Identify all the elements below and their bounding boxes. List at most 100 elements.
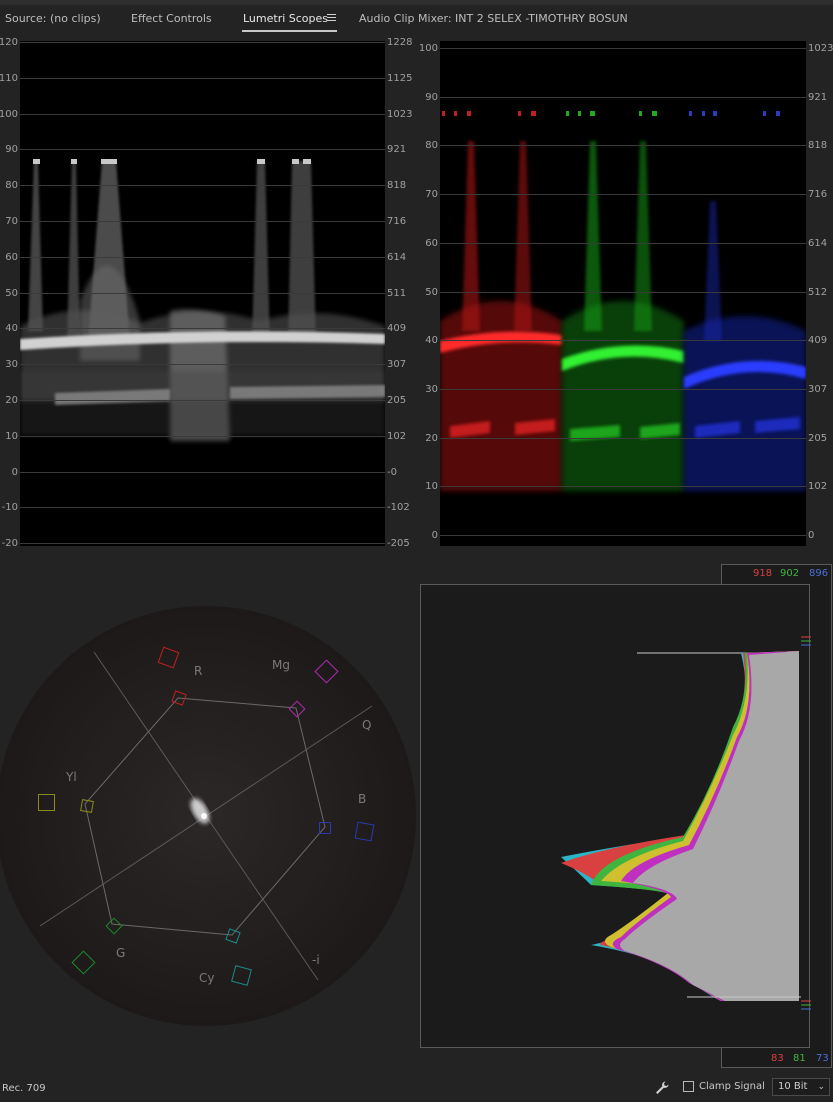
luma-right-axis-tick: 102 [387,430,407,442]
rgb-left-axis-tick: 100 [418,43,438,54]
vectorscope-label-q: Q [362,718,372,732]
vectorscope: R Mg B Cy G Yl Q -i [0,606,416,1026]
target-blue-75-icon [319,822,331,834]
rgb-gridline [440,291,806,293]
wrench-icon[interactable] [654,1080,670,1096]
luma-left-axis-tick: 70 [5,216,18,227]
luma-right-axis-tick: -0 [387,466,397,478]
histogram-top-red: 918 [753,568,773,579]
luma-left-axis-tick: 120 [0,37,18,48]
rgb-left-axis-tick: 90 [425,91,438,103]
luma-right-axis-tick: 511 [387,287,407,299]
rgb-left-axis-tick: 40 [425,335,438,347]
luma-right-axis-tick: 1023 [387,108,413,120]
target-yellow-100-icon [38,794,55,811]
luma-gridline [20,543,385,545]
luma-left-axis-tick: 30 [5,359,18,371]
rgb-parade [440,41,806,546]
histogram-right-column [810,584,832,1048]
panel-tab-bar: Source: (no clips) Effect Controls Lumet… [0,5,833,35]
clamp-signal-checkbox[interactable] [683,1081,694,1092]
rgb-left-axis-tick: 80 [425,140,438,152]
rgb-gridline [440,145,806,147]
rgb-gridline [440,535,806,536]
vectorscope-label-b: B [358,792,367,806]
rgb-gridline [440,388,806,390]
panel-menu-icon[interactable] [327,14,336,22]
luma-gridline [20,42,385,43]
luma-right-axis-tick: 921 [387,144,407,156]
rgb-left-axis-tick: 70 [425,189,438,201]
luma-right-axis-tick: 1228 [387,37,413,48]
rgb-right-axis-tick: 716 [808,189,828,201]
rgb-gridline [440,340,806,342]
histogram [420,584,811,1048]
rgb-left-axis-tick: 20 [425,432,438,444]
rgb-left-axis-tick: 10 [425,481,438,493]
luma-gridline [20,292,385,294]
bit-depth-value: 10 Bit [778,1081,808,1092]
rgb-right-axis-tick: 0 [808,530,815,541]
luma-left-axis-tick: 100 [0,108,18,120]
histogram-top-green: 902 [780,568,800,579]
histogram-bottom-red: 83 [771,1053,784,1064]
tab-source[interactable]: Source: (no clips) [5,5,101,35]
luma-right-axis-tick: 716 [387,216,407,227]
tab-audio-clip-mixer[interactable]: Audio Clip Mixer: INT 2 SELEX -TIMOTHRY … [359,5,628,35]
luma-gridline [20,149,385,151]
luma-left-axis-tick: 20 [5,395,18,406]
luma-right-axis-tick: 409 [387,323,407,335]
rgb-gridline [440,486,806,488]
rgb-right-axis-tick: 1023 [808,43,833,54]
histogram-top-readout: 918 902 896 [721,564,832,584]
luma-gridline [20,507,385,509]
vectorscope-label-yl: Yl [66,770,77,784]
luma-left-axis-tick: 80 [5,180,18,192]
luma-gridline [20,256,385,258]
tab-effect-controls[interactable]: Effect Controls [131,5,212,35]
luma-right-axis-tick: 614 [387,251,407,263]
bit-depth-select[interactable]: 10 Bit ⌄ [772,1078,830,1096]
rgb-right-axis-tick: 512 [808,286,828,298]
luma-right-axis-tick: -205 [387,538,410,550]
rgb-left-axis-tick: 30 [425,383,438,395]
vectorscope-label-neg-i: -i [312,953,320,967]
rgb-right-axis-tick: 307 [808,383,828,395]
rgb-right-axis-tick: 614 [808,237,828,249]
rgb-right-axis-tick: 409 [808,335,828,347]
chevron-down-icon: ⌄ [817,1082,825,1092]
rgb-right-axis-tick: 921 [808,91,828,103]
rgb-right-axis-tick: 205 [808,432,828,444]
luma-gridline [20,364,385,366]
luma-right-axis-tick: 1125 [387,72,413,84]
vectorscope-label-r: R [194,664,203,678]
luma-gridline [20,77,385,79]
target-blue-100-icon [354,821,375,842]
rgb-gridline [440,194,806,196]
luma-gridline [20,113,385,115]
histogram-top-blue: 896 [809,568,829,579]
luma-left-axis-tick: 40 [5,323,18,335]
vectorscope-label-cy: Cy [199,971,215,985]
target-yellow-75-icon [80,799,94,813]
rgb-left-axis-tick: 0 [431,530,438,541]
luma-left-axis-tick: 110 [0,72,18,84]
color-space-label[interactable]: Rec. 709 [2,1083,46,1094]
rgb-gridline [440,437,806,439]
luma-right-axis-tick: 307 [387,359,407,371]
luma-left-axis-tick: 50 [5,287,18,299]
rgb-right-axis-tick: 818 [808,140,828,152]
luma-right-axis-tick: 205 [387,395,407,406]
luma-gridline [20,471,385,473]
luma-left-axis-tick: 60 [5,251,18,263]
clamp-signal-label: Clamp Signal [699,1081,765,1092]
rgb-left-axis-tick: 50 [425,286,438,298]
luma-gridline [20,435,385,437]
rgb-gridline [440,96,806,98]
luma-gridline [20,221,385,222]
luma-gridline [20,185,385,187]
luma-left-axis-tick: 90 [5,144,18,156]
luma-left-axis-tick: -10 [1,502,18,514]
rgb-gridline [440,242,806,244]
luma-gridline [20,400,385,401]
